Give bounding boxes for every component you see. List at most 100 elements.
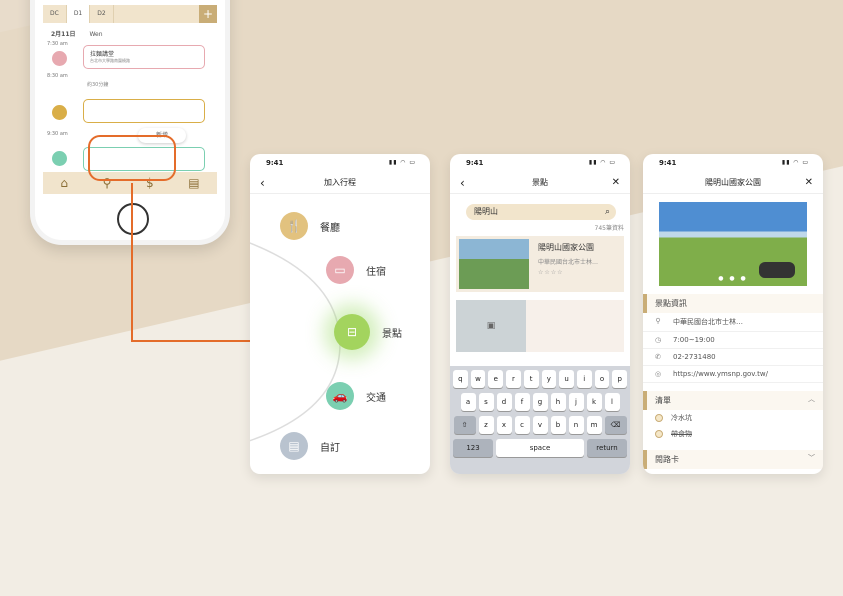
delete-icon[interactable]: ⌫ xyxy=(604,416,627,434)
category-attraction[interactable]: ⊟ 景點 xyxy=(334,314,402,350)
section-card[interactable]: 閱路卡 ﹀ xyxy=(643,450,823,469)
key-f[interactable]: f xyxy=(514,393,530,411)
key-l[interactable]: l xyxy=(604,393,620,411)
key-r[interactable]: r xyxy=(506,370,521,388)
key-s[interactable]: s xyxy=(478,393,494,411)
section-label: 閱路卡 xyxy=(655,455,679,464)
checklist-text: 帶食物 xyxy=(671,430,692,438)
restaurant-icon: 🍴 xyxy=(280,212,308,240)
weekday: Wen xyxy=(89,31,103,38)
checklist-item[interactable]: 帶食物 xyxy=(643,426,823,442)
key-n[interactable]: n xyxy=(568,416,584,434)
money-icon[interactable]: ▤ xyxy=(188,176,199,190)
key-w[interactable]: w xyxy=(470,370,486,388)
key-x[interactable]: x xyxy=(496,416,512,434)
section-label: 清單 xyxy=(655,396,671,405)
category-label: 餐廳 xyxy=(320,222,340,234)
category-lodging[interactable]: ▭ 住宿 xyxy=(326,256,386,284)
key-o[interactable]: o xyxy=(594,370,610,388)
key-h[interactable]: h xyxy=(550,393,566,411)
result-address: 中華民國台北市士林… xyxy=(538,259,599,266)
result-thumbnail xyxy=(459,239,529,289)
website-link[interactable]: https://www.ymsnp.gov.tw/ xyxy=(673,370,768,378)
globe-icon: ◎ xyxy=(654,370,662,378)
home-icon[interactable]: ⌂ xyxy=(60,176,68,190)
timeline-dot xyxy=(52,51,67,66)
key-d[interactable]: d xyxy=(496,393,512,411)
carousel-dots[interactable]: ● ● ● xyxy=(659,275,807,282)
add-day-button[interactable]: + xyxy=(199,5,217,23)
key-return[interactable]: return xyxy=(587,439,627,457)
search-input[interactable]: 陽明山 ⌕ xyxy=(466,204,616,220)
attraction-search-screen: 9:41 ▮▮ ◠ ▭ ‹ 景點 ✕ 陽明山 ⌕ 745筆資料 陽明山國家公園 中… xyxy=(450,154,630,474)
key-e[interactable]: e xyxy=(488,370,504,388)
key-z[interactable]: z xyxy=(478,416,494,434)
tab-dc[interactable]: DC xyxy=(43,5,67,23)
connector-line xyxy=(131,340,251,342)
attraction-detail-screen: 9:41 ▮▮ ◠ ▭ 陽明山國家公園 ✕ ● ● ● 景點資訊 ⚲ 中華民國台北市… xyxy=(643,154,823,474)
hero-image[interactable]: ● ● ● xyxy=(659,202,807,286)
hours-row: ◷ 7:00~19:00 xyxy=(643,332,823,349)
key-t[interactable]: t xyxy=(523,370,539,388)
key-123[interactable]: 123 xyxy=(453,439,493,457)
page-title: 陽明山國家公園 xyxy=(705,178,761,187)
key-y[interactable]: y xyxy=(541,370,557,388)
close-icon[interactable]: ✕ xyxy=(612,172,620,194)
key-b[interactable]: b xyxy=(550,416,566,434)
key-i[interactable]: i xyxy=(576,370,592,388)
signal-icon: ▮▮ ◠ ▭ xyxy=(388,159,416,166)
category-custom[interactable]: ▤ 自訂 xyxy=(280,432,340,460)
key-m[interactable]: m xyxy=(586,416,602,434)
close-icon[interactable]: ✕ xyxy=(805,172,813,194)
key-a[interactable]: a xyxy=(460,393,476,411)
signal-icon: ▮▮ ◠ ▭ xyxy=(588,159,616,166)
clock-icon: ◷ xyxy=(654,336,662,344)
timeline-dot xyxy=(52,105,67,120)
home-button[interactable] xyxy=(117,203,149,235)
category-restaurant[interactable]: 🍴 餐廳 xyxy=(280,212,340,240)
key-j[interactable]: j xyxy=(568,393,584,411)
tab-d2[interactable]: D2 xyxy=(90,5,114,23)
event-card[interactable]: 拉麵講堂 台北市大學路南圍繞路 xyxy=(83,45,205,69)
key-c[interactable]: c xyxy=(514,416,530,434)
document-icon: ▤ xyxy=(280,432,308,460)
result-count: 745筆資料 xyxy=(594,225,624,232)
chevron-up-icon[interactable]: ︿ xyxy=(808,394,815,404)
category-label: 自訂 xyxy=(320,442,340,454)
key-q[interactable]: q xyxy=(452,370,468,388)
tab-d1[interactable]: D1 xyxy=(66,5,91,23)
checkbox[interactable] xyxy=(655,414,663,422)
back-icon[interactable]: ‹ xyxy=(460,172,465,194)
status-time: 9:41 xyxy=(659,159,677,167)
category-transport[interactable]: 🚗 交通 xyxy=(326,382,386,410)
result-name: 陽明山國家公園 xyxy=(538,243,594,252)
phone[interactable]: 02-2731480 xyxy=(673,353,716,361)
status-time: 9:41 xyxy=(466,159,484,167)
key-u[interactable]: u xyxy=(559,370,574,388)
section-info: 景點資訊 xyxy=(643,294,823,313)
highlight-ring xyxy=(88,135,176,181)
checklist-item[interactable]: 冷水坑 xyxy=(643,410,823,426)
day-tabs: DC D1 D2 + xyxy=(43,5,217,23)
shift-icon[interactable]: ⇧ xyxy=(453,416,476,434)
key-p[interactable]: p xyxy=(612,370,628,388)
category-label: 住宿 xyxy=(366,266,386,278)
checkbox[interactable] xyxy=(655,430,663,438)
key-space[interactable]: space xyxy=(496,439,584,457)
section-list[interactable]: 清單 ︿ xyxy=(643,391,823,410)
key-v[interactable]: v xyxy=(532,416,548,434)
result-item[interactable]: 陽明山國家公園 中華民國台北市士林… ☆☆☆☆ xyxy=(456,236,624,292)
result-stars: ☆☆☆☆ xyxy=(538,269,564,276)
chevron-down-icon[interactable]: ﹀ xyxy=(808,453,815,463)
time-label: 8:30 am xyxy=(47,73,68,79)
date: 2月11日 xyxy=(51,31,76,38)
event-card-empty[interactable] xyxy=(83,99,205,123)
key-k[interactable]: k xyxy=(586,393,602,411)
back-icon[interactable]: ‹ xyxy=(260,172,265,194)
search-icon[interactable]: ⌕ xyxy=(605,204,610,220)
time-label: 9:30 am xyxy=(47,131,68,137)
checklist-text: 冷水坑 xyxy=(671,414,692,422)
result-item-placeholder[interactable]: ▣ xyxy=(456,300,624,352)
nav-bar: ‹ 加入行程 xyxy=(250,172,430,194)
key-g[interactable]: g xyxy=(532,393,548,411)
